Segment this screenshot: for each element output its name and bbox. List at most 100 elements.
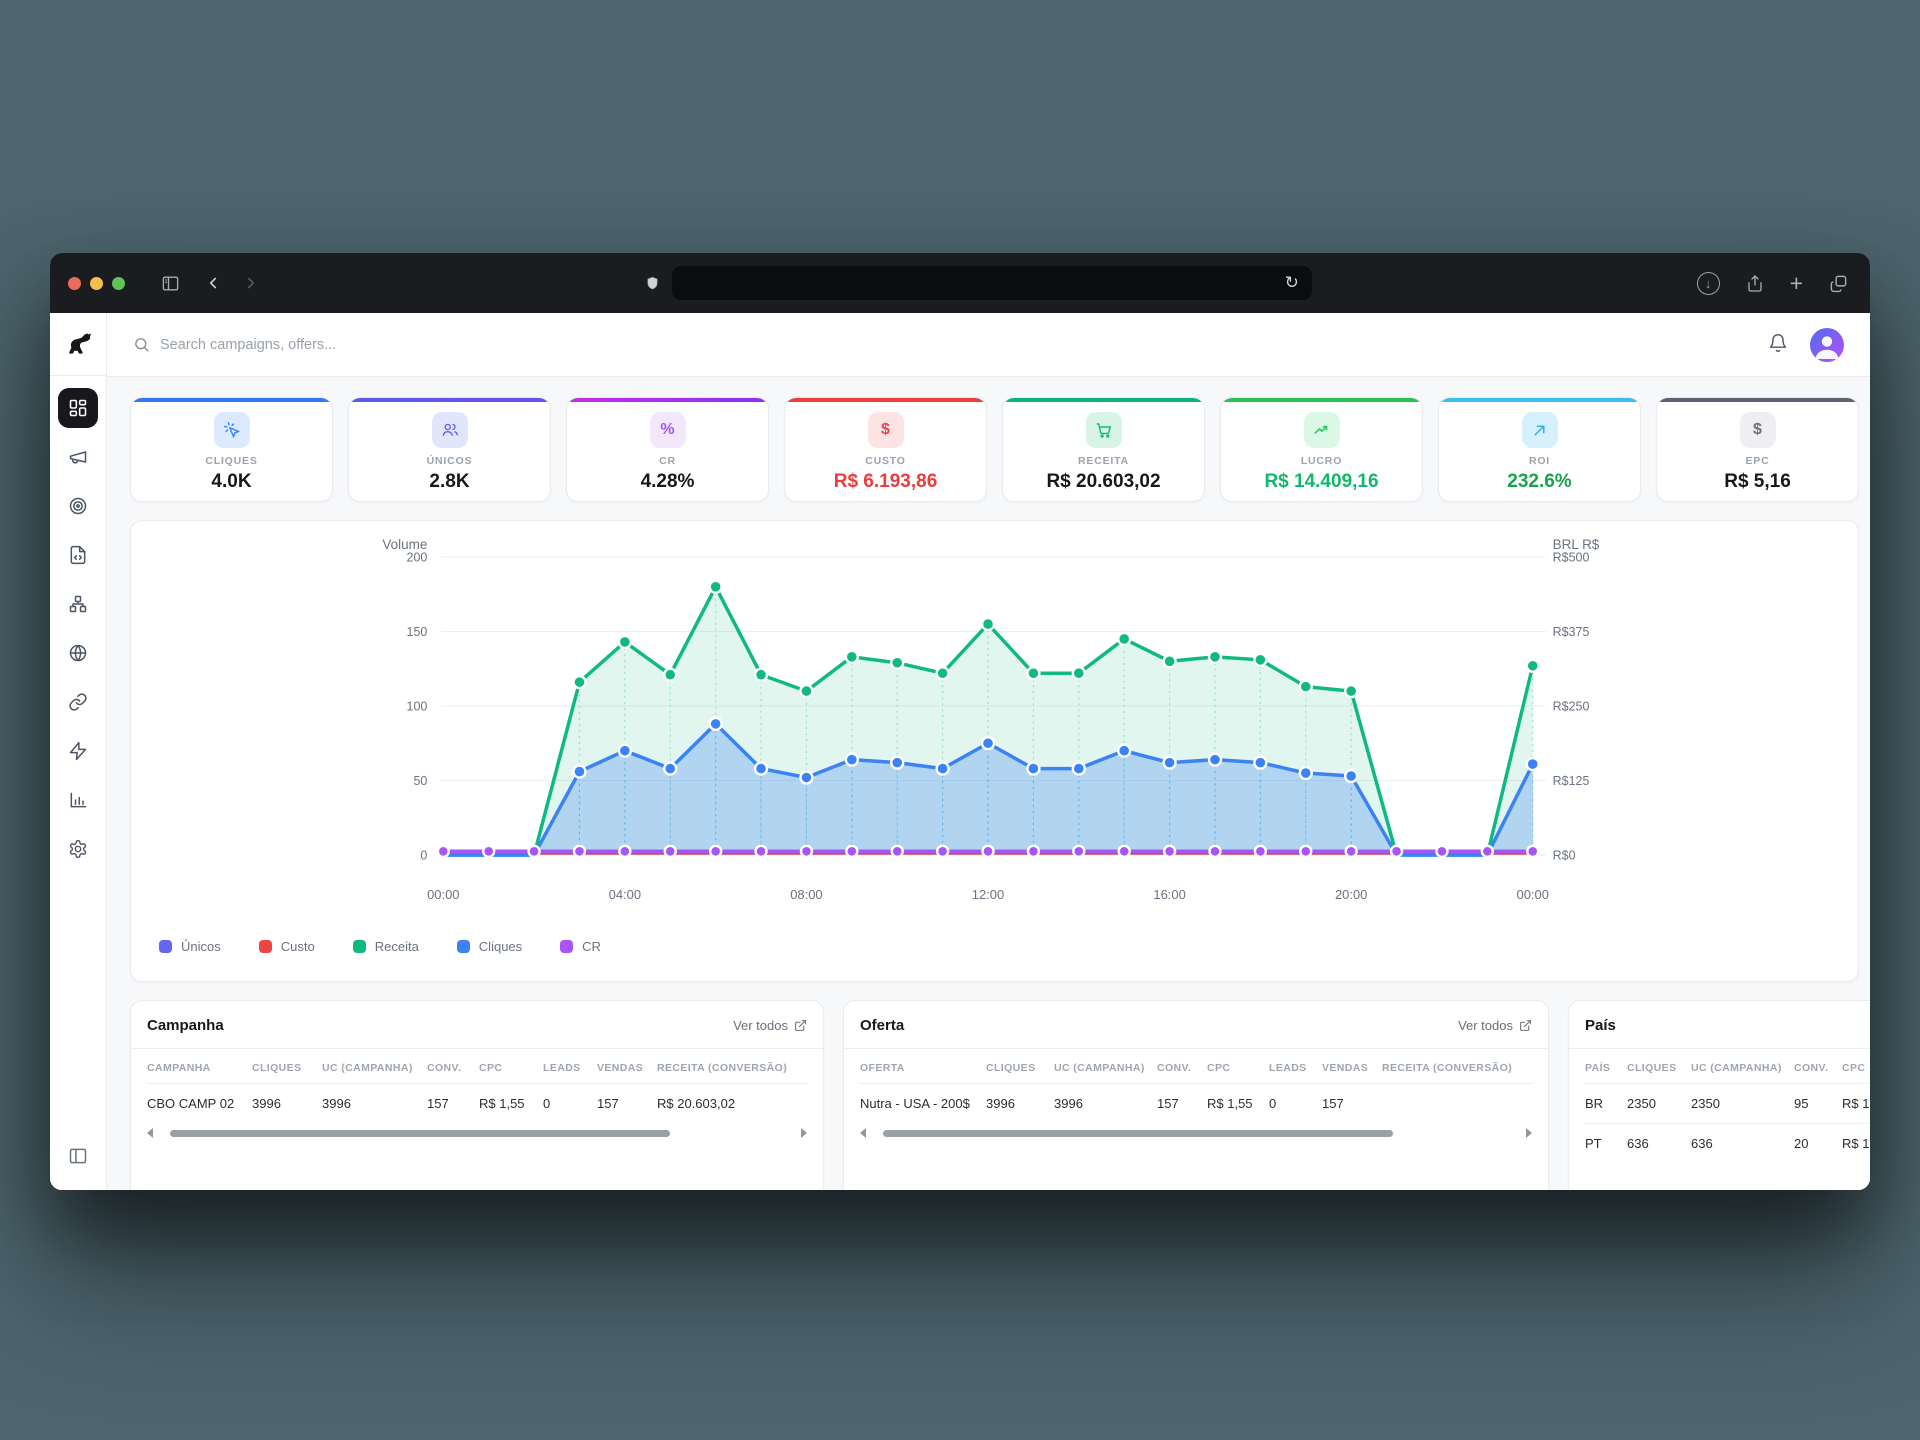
kpi-card-únicos: ÚNICOS2.8K	[348, 397, 551, 502]
horizontal-scrollbar[interactable]	[860, 1127, 1532, 1139]
column-header: RECEITA (CONVERSÃO)	[657, 1049, 807, 1084]
percent-icon: %	[650, 412, 686, 448]
sidebar-toggle-icon[interactable]	[161, 274, 180, 293]
ver-todos-link[interactable]: Ver todos	[1458, 1018, 1532, 1033]
column-header: CPC	[1842, 1049, 1870, 1084]
sidebar-item-integrations[interactable]	[58, 731, 98, 771]
share-icon[interactable]	[1746, 274, 1764, 293]
scroll-right-icon[interactable]	[1526, 1128, 1532, 1138]
kpi-accent-strip	[131, 398, 332, 402]
legend-item-custo[interactable]: Custo	[259, 939, 315, 954]
table-row: CBO CAMP 0239963996157R$ 1,550157R$ 20.6…	[147, 1084, 807, 1124]
search-input[interactable]	[160, 337, 580, 353]
kpi-accent-strip	[785, 398, 986, 402]
table-cell: R$ 1,55	[1207, 1084, 1269, 1124]
sidebar-item-links[interactable]	[58, 682, 98, 722]
kpi-value: R$ 6.193,86	[785, 471, 986, 493]
column-header: CPC	[479, 1049, 543, 1084]
scrollbar-thumb[interactable]	[883, 1130, 1393, 1137]
traffic-lights	[68, 277, 125, 290]
column-header: LEADS	[543, 1049, 597, 1084]
downloads-icon[interactable]: ↓	[1697, 272, 1720, 295]
table-cell: R$ 1,55	[1842, 1124, 1870, 1164]
kpi-row: CLIQUES4.0KÚNICOS2.8K%CR4.28%$CUSTOR$ 6.…	[130, 397, 1859, 502]
table-cell: 20	[1794, 1124, 1842, 1164]
table-row: Nutra - USA - 200$39963996157R$ 1,550157	[860, 1084, 1532, 1124]
trend-icon	[1304, 412, 1340, 448]
column-header: LEADS	[1269, 1049, 1322, 1084]
sidebar-item-flows[interactable]	[58, 584, 98, 624]
table-cell	[1382, 1084, 1532, 1124]
kpi-label: LUCRO	[1221, 455, 1422, 467]
sidebar-item-landers[interactable]	[58, 535, 98, 575]
sidebar-item-dashboard[interactable]	[58, 388, 98, 428]
column-header: UC (CAMPANHA)	[322, 1049, 427, 1084]
svg-text:50: 50	[413, 774, 427, 788]
tab-overview-icon[interactable]	[1829, 274, 1848, 293]
zoom-button[interactable]	[112, 277, 125, 290]
kpi-card-cr: %CR4.28%	[566, 397, 769, 502]
svg-text:20:00: 20:00	[1335, 887, 1367, 902]
legend-swatch	[353, 940, 366, 953]
scrollbar-track[interactable]	[873, 1129, 1519, 1137]
table-cell: 157	[427, 1084, 479, 1124]
panel-collapse-icon[interactable]	[58, 1136, 98, 1176]
forward-icon[interactable]	[242, 274, 260, 292]
legend-item-receita[interactable]: Receita	[353, 939, 419, 954]
column-header: UC (CAMPANHA)	[1054, 1049, 1157, 1084]
bell-icon[interactable]	[1768, 333, 1788, 356]
kpi-accent-strip	[349, 398, 550, 402]
privacy-shield-icon[interactable]	[645, 275, 660, 292]
table-cell: CBO CAMP 02	[147, 1084, 252, 1124]
dog-logo[interactable]	[50, 313, 106, 376]
table-cell: 0	[543, 1084, 597, 1124]
new-tab-icon[interactable]: +	[1790, 272, 1803, 295]
scroll-left-icon[interactable]	[147, 1128, 153, 1138]
chart-legend: Únicos Custo Receita Cliques CR	[143, 939, 1846, 954]
column-header: CONV.	[427, 1049, 479, 1084]
breakdown-tables: CampanhaVer todosCAMPANHACLIQUESUC (CAMP…	[130, 1000, 1859, 1190]
kpi-value: R$ 5,16	[1657, 471, 1858, 493]
ver-todos-link[interactable]: Ver todos	[733, 1018, 807, 1033]
minimize-button[interactable]	[90, 277, 103, 290]
url-bar[interactable]: ↻	[672, 266, 1312, 300]
avatar[interactable]	[1810, 328, 1844, 362]
scrollbar-thumb[interactable]	[170, 1130, 671, 1137]
kpi-value: R$ 14.409,16	[1221, 471, 1422, 493]
back-icon[interactable]	[204, 274, 222, 292]
sidebar-item-reports[interactable]	[58, 780, 98, 820]
kpi-card-cliques: CLIQUES4.0K	[130, 397, 333, 502]
table-card-pais: PaísPAÍSCLIQUESUC (CAMPANHA)CONV.CPCLEAD…	[1568, 1000, 1870, 1190]
kpi-accent-strip	[1657, 398, 1858, 402]
dollar-icon: $	[1740, 412, 1776, 448]
kpi-value: 232.6%	[1439, 471, 1640, 493]
horizontal-scrollbar[interactable]	[147, 1127, 807, 1139]
reload-icon[interactable]: ↻	[1278, 269, 1306, 297]
legend-item-cr[interactable]: CR	[560, 939, 601, 954]
column-header: CONV.	[1157, 1049, 1207, 1084]
close-button[interactable]	[68, 277, 81, 290]
legend-item-cliques[interactable]: Cliques	[457, 939, 522, 954]
table-title: Campanha	[147, 1017, 224, 1034]
sidebar-item-campaigns[interactable]	[58, 437, 98, 477]
svg-text:R$500: R$500	[1553, 550, 1590, 564]
column-header: CONV.	[1794, 1049, 1842, 1084]
legend-swatch	[259, 940, 272, 953]
scroll-right-icon[interactable]	[801, 1128, 807, 1138]
svg-text:200: 200	[407, 550, 428, 564]
table-cell: 3996	[1054, 1084, 1157, 1124]
svg-text:12:00: 12:00	[972, 887, 1004, 902]
scroll-left-icon[interactable]	[860, 1128, 866, 1138]
url-input[interactable]	[672, 266, 1312, 300]
sidebar-item-offers[interactable]	[58, 486, 98, 526]
dashboard-content: CLIQUES4.0KÚNICOS2.8K%CR4.28%$CUSTOR$ 6.…	[107, 377, 1870, 1190]
sidebar-item-domains[interactable]	[58, 633, 98, 673]
legend-label: Receita	[375, 939, 419, 954]
legend-item-únicos[interactable]: Únicos	[159, 939, 221, 954]
kpi-accent-strip	[1221, 398, 1422, 402]
sidebar-item-settings[interactable]	[58, 829, 98, 869]
scrollbar-track[interactable]	[160, 1129, 794, 1137]
external-link-icon	[1519, 1019, 1532, 1032]
kpi-value: 2.8K	[349, 471, 550, 493]
kpi-card-receita: RECEITAR$ 20.603,02	[1002, 397, 1205, 502]
